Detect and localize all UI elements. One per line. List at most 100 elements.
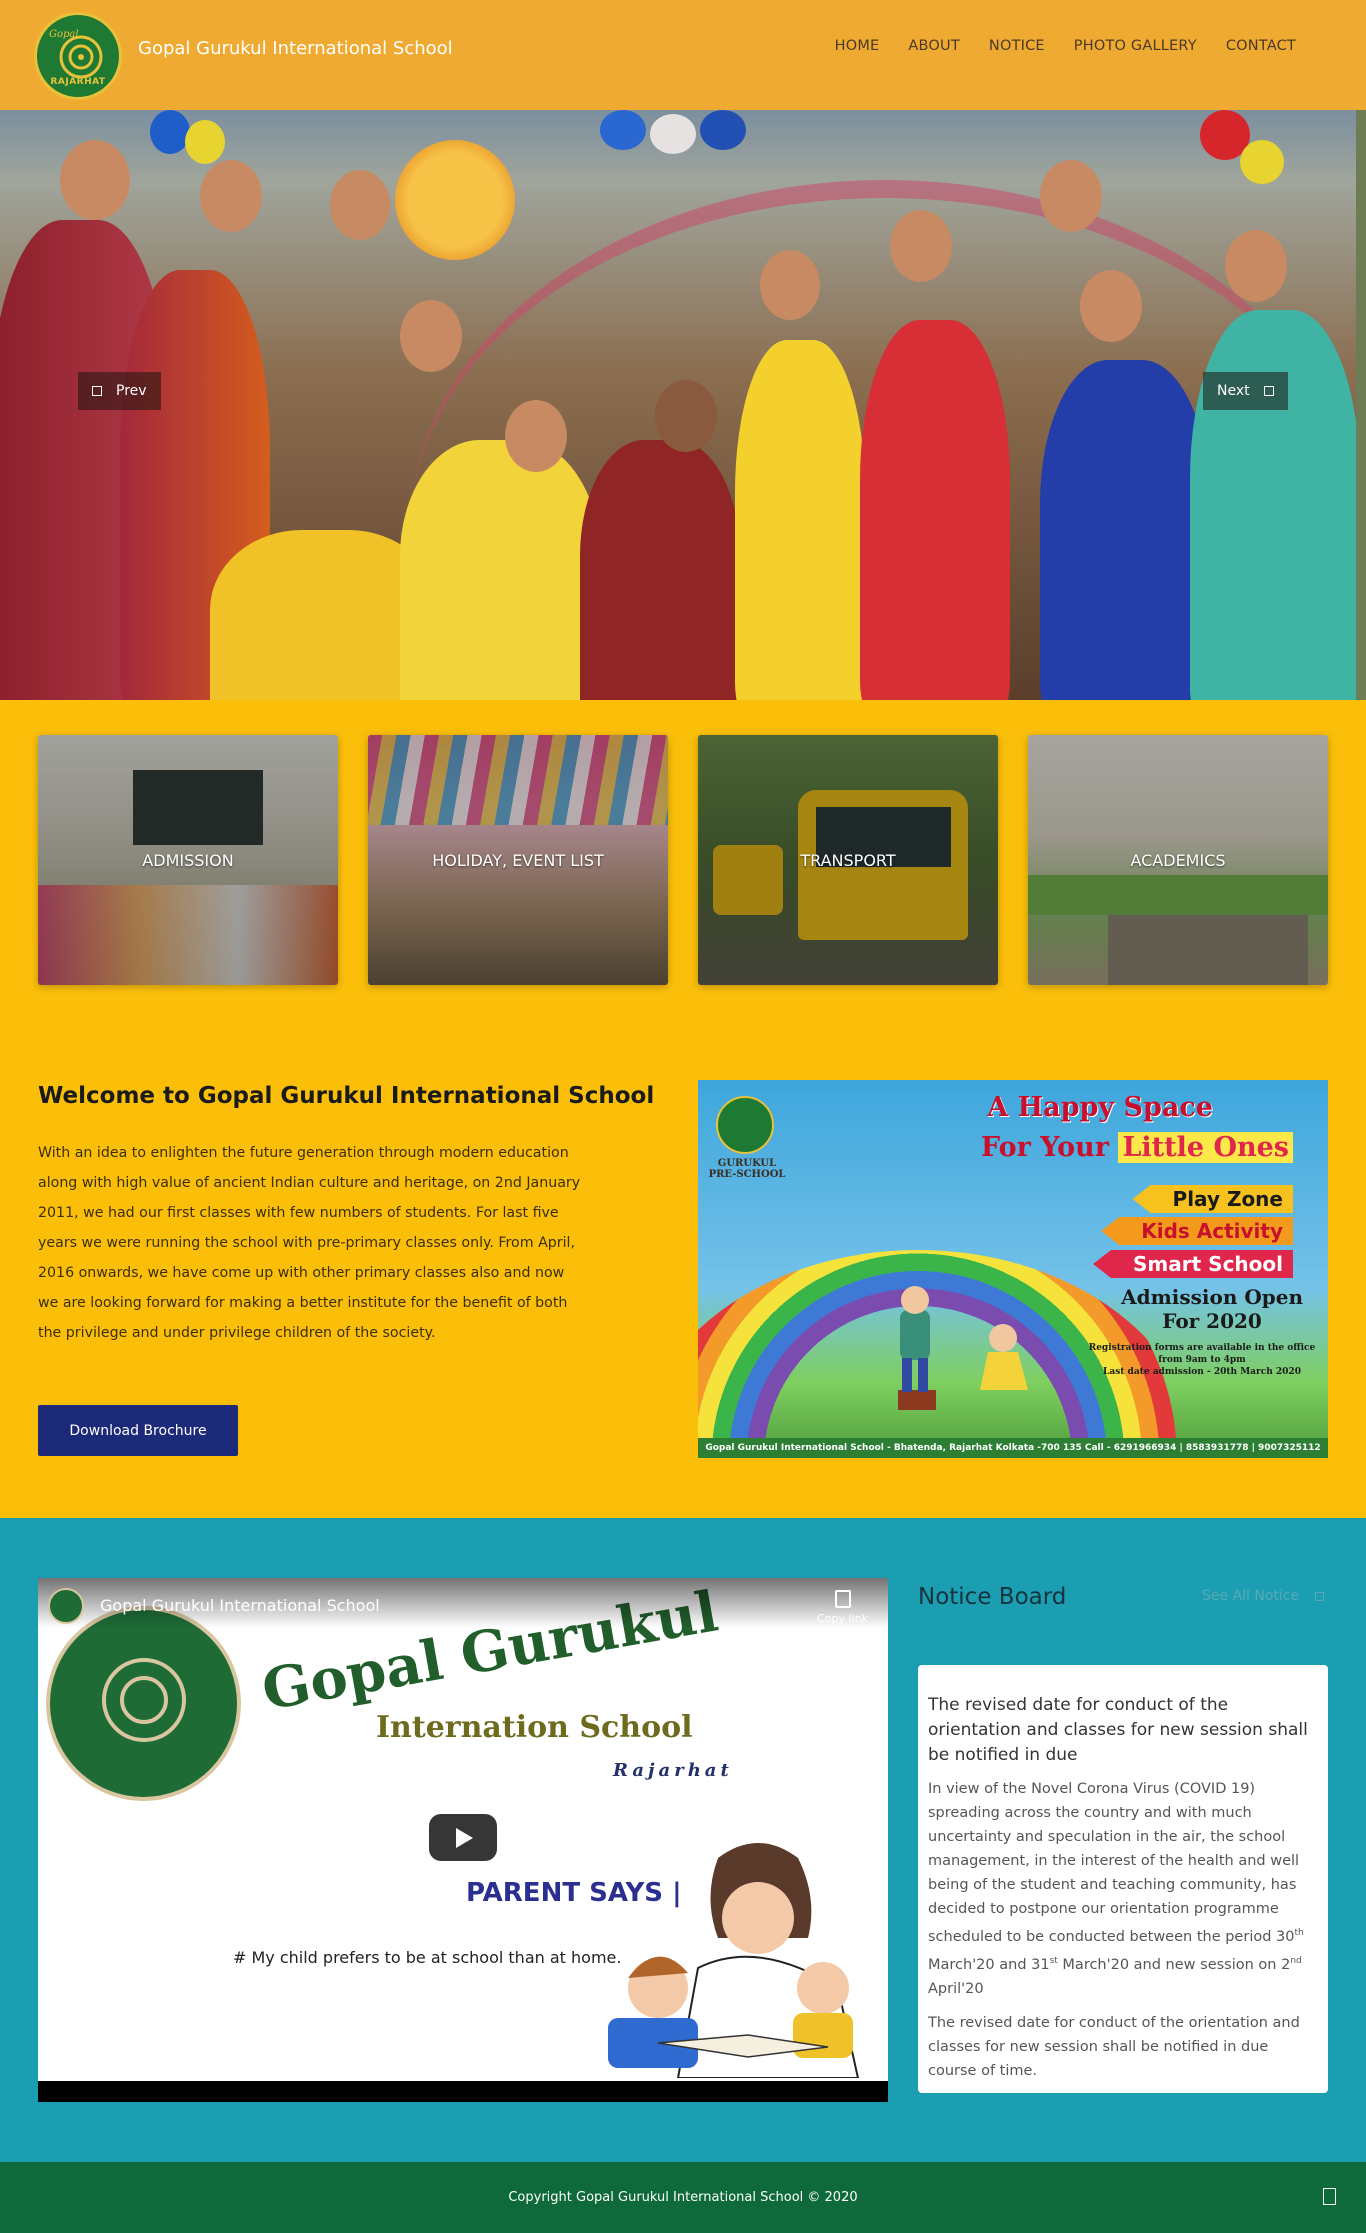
notice-body-text: March'20 and new session on 2 [1057,1956,1291,1973]
notice-sup: th [1294,1928,1304,1938]
poster-tag: Play Zone [1132,1185,1293,1213]
notice-body: The revised date for conduct of the orie… [928,2014,1300,2079]
slider-next-label: Next [1217,383,1250,399]
school-logo[interactable]: Gopal RAJARHAT [34,12,122,100]
children-painting-illustration [898,1286,1028,1410]
person-head [760,250,820,320]
person-head [330,170,390,240]
feature-card-label: ADMISSION [142,851,234,870]
nav-notice[interactable]: NOTICE [989,38,1045,54]
feature-card-admission[interactable]: ADMISSION [38,735,338,985]
poster-note-line: Last date admission - 20th March 2020 [1103,1367,1301,1377]
notice-board-title: Notice Board [918,1584,1067,1610]
sun-decoration [395,140,515,260]
nav-contact[interactable]: CONTACT [1226,38,1296,54]
prev-arrow-icon [92,386,102,396]
person-head [890,210,952,282]
video-logo-icon [46,1606,241,1801]
balloon-decoration [150,110,190,154]
logo-top-text: Gopal [49,29,79,40]
person-figure [860,320,1010,700]
poster-admission-year: For 2020 [1162,1309,1262,1333]
notice-body-text: March'20 and 31 [928,1956,1050,1973]
nav-photo-gallery[interactable]: PHOTO GALLERY [1074,38,1197,54]
scroll-top-icon[interactable] [1323,2188,1336,2205]
notice-body-text: In view of the Novel Corona Virus (COVID… [928,1781,1300,1945]
person-head [1225,230,1287,302]
copy-icon [834,1590,851,1608]
balloon-decoration [650,114,696,154]
notice-body-text: April'20 [928,1980,984,1997]
notice-card[interactable]: The revised date for conduct of the orie… [918,1665,1328,2093]
person-head [60,140,130,220]
slider-prev-button[interactable]: Prev [78,372,161,410]
person-figure [400,440,600,700]
admission-poster[interactable]: GURUKUL PRE-SCHOOL A Happy Space For You… [698,1080,1328,1458]
feature-card-label: HOLIDAY, EVENT LIST [432,851,604,870]
feature-card-label: TRANSPORT [800,851,896,870]
poster-admission-open: Admission Open [1121,1285,1303,1309]
poster-headline: A Happy Space [987,1092,1213,1123]
welcome-title: Welcome to Gopal Gurukul International S… [38,1083,655,1109]
person-head [505,400,567,472]
logo-emblem-icon [102,1658,186,1742]
nav-about[interactable]: ABOUT [908,38,960,54]
person-head [1080,270,1142,342]
poster-admission: Admission Open For 2020 [1121,1285,1303,1333]
person-head [400,300,462,372]
see-all-notice-label: See All Notice [1202,1588,1300,1604]
footer-copyright: Copyright Gopal Gurukul International Sc… [508,2190,858,2205]
poster-note-line: Registration forms are available in the … [1088,1343,1316,1353]
notice-sup: st [1049,1955,1058,1966]
video-title-line3: Rajarhat [613,1760,733,1781]
feature-card-academics[interactable]: ACADEMICS [1028,735,1328,985]
download-brochure-button[interactable]: Download Brochure [38,1405,238,1456]
video-title-line2: Internation School [376,1710,693,1745]
logo-emblem-icon [59,35,103,79]
poster-subheadline: For Your Little Ones [981,1132,1293,1163]
balloon-decoration [185,120,225,164]
video-channel-title[interactable]: Gopal Gurukul International School [100,1596,380,1615]
arrow-right-icon [1315,1591,1325,1601]
poster-note-line: from 9am to 4pm [1158,1355,1246,1365]
poster-logo-icon [716,1096,774,1154]
welcome-text: With an idea to enlighten the future gen… [38,1145,581,1341]
main-nav: HOME ABOUT NOTICE PHOTO GALLERY CONTACT [835,38,1296,54]
feature-card-label: ACADEMICS [1130,851,1226,870]
logo-sub-text: RAJARHAT [50,77,106,87]
parent-reading-illustration [608,1843,860,2078]
play-button-icon[interactable] [429,1814,497,1861]
person-head [1040,160,1102,232]
person-head [655,380,717,452]
notice-sup: nd [1290,1955,1302,1966]
youtube-video-embed[interactable]: Gopal Gurukul Internation School Rajarha… [38,1578,888,2102]
poster-note: Registration forms are available in the … [1082,1342,1322,1378]
nav-home[interactable]: HOME [835,38,880,54]
balloon-decoration [1240,140,1284,184]
poster-preschool-label: GURUKUL PRE-SCHOOL [708,1158,786,1180]
video-quote: # My child prefers to be at school than … [233,1948,622,1967]
next-arrow-icon [1263,386,1274,396]
poster-footer: Gopal Gurukul International School - Bha… [698,1438,1328,1458]
hero-slider-image [0,110,1356,700]
slider-prev-label: Prev [116,383,147,399]
balloon-decoration [600,110,646,150]
site-header: Gopal RAJARHAT Gopal Gurukul Internation… [0,0,1366,110]
person-figure [1040,360,1210,700]
poster-subheadline-b: Little Ones [1118,1132,1293,1163]
see-all-notice-link[interactable]: See All Notice [1202,1588,1325,1604]
poster-subheadline-a: For Your [980,1132,1110,1163]
copy-link-button[interactable]: Copy link [817,1590,868,1625]
slider-next-button[interactable]: Next [1203,372,1288,410]
feature-card-transport[interactable]: TRANSPORT [698,735,998,985]
notice-headline[interactable]: The revised date for conduct of the orie… [928,1693,1318,1768]
poster-tag: Smart School [1093,1250,1293,1278]
person-figure [1190,310,1356,700]
site-footer: Copyright Gopal Gurukul International Sc… [0,2162,1366,2233]
channel-avatar-icon[interactable] [48,1588,84,1624]
site-title[interactable]: Gopal Gurukul International School [138,38,453,59]
person-figure [580,440,740,700]
notice-body: In view of the Novel Corona Virus (COVID… [928,1777,1318,2001]
feature-card-holiday-event-list[interactable]: HOLIDAY, EVENT LIST [368,735,668,985]
person-head [200,160,262,232]
